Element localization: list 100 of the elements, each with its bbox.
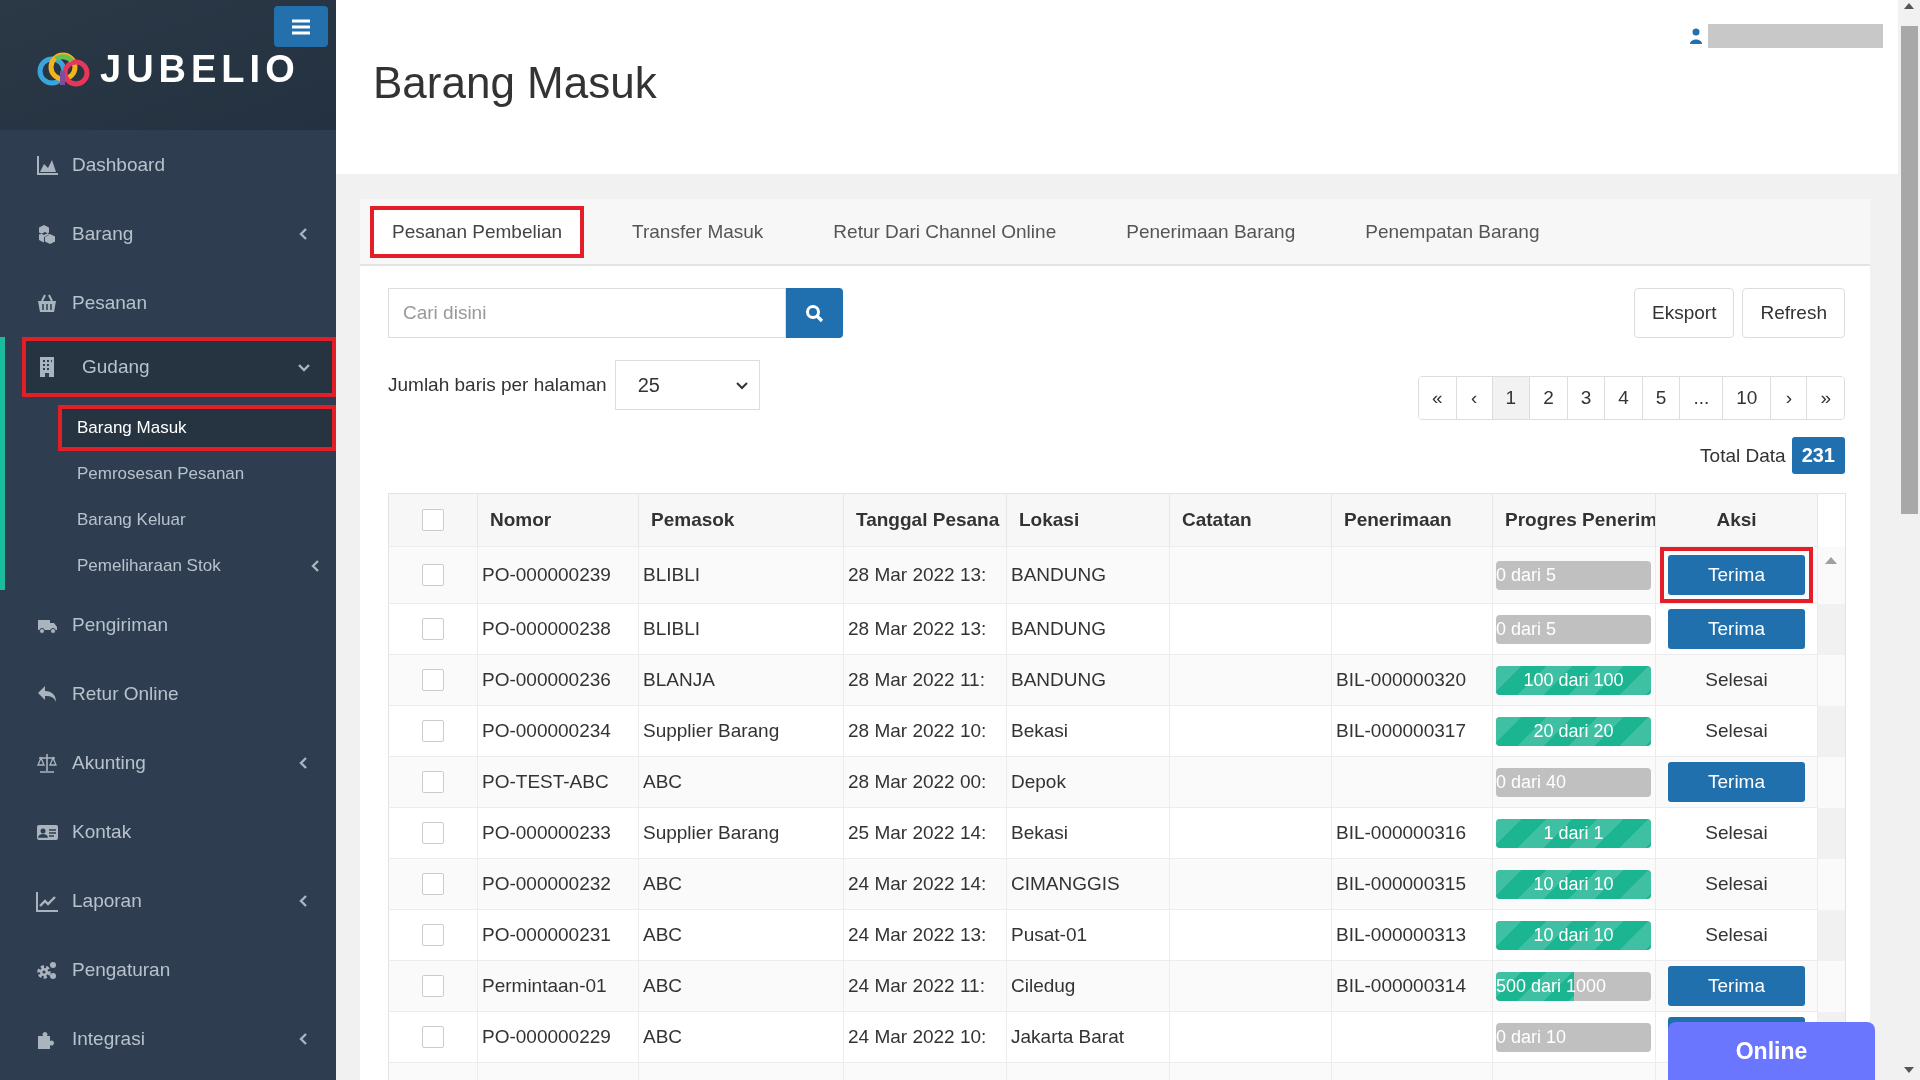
progress-bar: 0 dari 5 [1496, 560, 1651, 590]
row-checkbox[interactable] [422, 669, 444, 692]
total-badge: 231 [1791, 437, 1845, 474]
row-checkbox[interactable] [422, 1026, 444, 1049]
column-header: Lokasi [1006, 493, 1170, 547]
sidebar-item[interactable]: Pesanan [0, 268, 336, 337]
sidebar-item[interactable]: Akunting [0, 728, 336, 797]
sidebar-item[interactable]: Pengaturan [0, 935, 336, 1004]
search-button[interactable] [786, 288, 843, 338]
receive-button[interactable]: Terima [1668, 555, 1805, 595]
table-cell: PO-000000239 [477, 546, 639, 604]
menu-button[interactable] [274, 6, 328, 47]
row-checkbox[interactable] [422, 618, 444, 641]
progress-bar: 10 dari 10 [1496, 869, 1651, 899]
progress-bar: 20 dari 20 [1496, 716, 1651, 746]
receive-button[interactable]: Terima [1668, 966, 1805, 1006]
sidebar-item[interactable]: Kontak [0, 797, 336, 866]
tab[interactable]: Penerimaan Barang [1104, 205, 1318, 258]
table-cell: CIMANGGIS [1006, 858, 1170, 910]
row-checkbox[interactable] [422, 873, 444, 896]
submenu-item[interactable]: Pemeliharaan Stok [58, 543, 336, 589]
progress-bar: 0 dari 10 [1496, 1022, 1651, 1052]
row-checkbox[interactable] [422, 771, 444, 794]
submenu-item[interactable]: Pemrosesan Pesanan [58, 451, 336, 497]
table-cell: 28 Mar 2022 13: [843, 546, 1007, 604]
page-button[interactable]: » [1806, 377, 1844, 419]
row-checkbox[interactable] [422, 924, 444, 947]
table-cell: ABC [638, 756, 844, 808]
table-cell: BIL-000000315 [1331, 858, 1493, 910]
page-button[interactable]: 1 [1491, 377, 1530, 419]
progress-bar: 100 dari 100 [1496, 665, 1651, 695]
column-header: Pemasok [638, 493, 844, 547]
balance-scale-icon [36, 751, 58, 774]
tab[interactable]: Pesanan Pembelian [370, 205, 585, 258]
toolbar-button[interactable]: Eksport [1634, 288, 1735, 338]
sidebar-item[interactable]: Barang [0, 199, 336, 268]
table-cell: BLANJA [638, 654, 844, 706]
page-title: Barang Masuk [373, 58, 657, 108]
table-cell: Ciledug [1006, 960, 1170, 1012]
rows-per-page-select[interactable]: 25 [614, 360, 760, 410]
table-cell: BIL-000000320 [1331, 654, 1493, 706]
table-cell: 28 Mar 2022 11: [843, 654, 1007, 706]
submenu-item[interactable]: Barang Masuk [58, 405, 336, 451]
tab[interactable]: Transfer Masuk [610, 205, 786, 258]
column-header: Tanggal Pesana [843, 493, 1007, 547]
column-header: Catatan [1169, 493, 1332, 547]
sidebar-item[interactable]: Retur Online [0, 659, 336, 728]
toolbar-button[interactable]: Refresh [1742, 288, 1845, 338]
sidebar-item[interactable]: Laporan [0, 866, 336, 935]
table-cell: ABC [638, 960, 844, 1012]
row-checkbox[interactable] [422, 822, 444, 845]
receive-button[interactable]: Terima [1668, 762, 1805, 802]
table-cell: Permintaan-01 [477, 960, 639, 1012]
dashboard-chart-icon [36, 153, 58, 176]
table-cell: PO-TEST-ABC [477, 756, 639, 808]
select-all-checkbox[interactable] [422, 509, 444, 532]
rows-per-page-label: Jumlah baris per halaman [388, 374, 607, 396]
table-cell: BIL-000000314 [1331, 960, 1493, 1012]
row-checkbox[interactable] [422, 564, 444, 587]
search-icon [805, 303, 824, 323]
column-header: Nomor [477, 493, 639, 547]
tab[interactable]: Penempatan Barang [1343, 205, 1562, 258]
sidebar-item[interactable]: Pengiriman [0, 590, 336, 659]
sidebar-item[interactable]: Dashboard [0, 130, 336, 199]
table-cell: PO-000000236 [477, 654, 639, 706]
progress-bar: 0 dari 40 [1496, 767, 1651, 797]
status-text: Selesai [1705, 720, 1768, 741]
progress-bar: 0 dari 5 [1496, 614, 1651, 644]
chat-status-toast[interactable]: Online [1668, 1022, 1875, 1080]
status-text: Selesai [1705, 822, 1768, 843]
table-cell: 24 Mar 2022 11: [843, 960, 1007, 1012]
column-header: Aksi [1655, 493, 1818, 547]
cubes-icon [36, 222, 58, 245]
table-cell: BANDUNG [1006, 546, 1170, 604]
logo-text: JUBELIO [100, 47, 300, 91]
progress-bar: 10 dari 10 [1496, 920, 1651, 950]
status-text: Selesai [1705, 873, 1768, 894]
line-chart-icon [36, 889, 58, 912]
search-field[interactable]: Cari disini [388, 288, 786, 338]
table-cell: 24 Mar 2022 14: [843, 858, 1007, 910]
sidebar-item[interactable]: Gudang [22, 337, 336, 397]
table-cell: BLIBLI [638, 546, 844, 604]
progress-bar: 1 dari 1 [1496, 818, 1651, 848]
submenu-item[interactable]: Barang Keluar [58, 497, 336, 543]
sidebar-item[interactable]: Integrasi [0, 1004, 336, 1073]
caret-icon [734, 379, 749, 391]
table-cell: Depok [1006, 756, 1170, 808]
table-cell: BANDUNG [1006, 654, 1170, 706]
status-text: Selesai [1705, 669, 1768, 690]
row-checkbox[interactable] [422, 975, 444, 998]
table-cell: ABC [638, 858, 844, 910]
menu-icon [291, 18, 311, 35]
tab[interactable]: Retur Dari Channel Online [811, 205, 1079, 258]
receive-button[interactable]: Terima [1668, 609, 1805, 649]
column-header: Penerimaan [1331, 493, 1493, 547]
total-label: Total Data [1700, 444, 1786, 467]
table-cell: PO-000000232 [477, 858, 639, 910]
user-icon [1690, 28, 1702, 44]
row-checkbox[interactable] [422, 720, 444, 743]
table-cell: 28 Mar 2022 00: [843, 756, 1007, 808]
